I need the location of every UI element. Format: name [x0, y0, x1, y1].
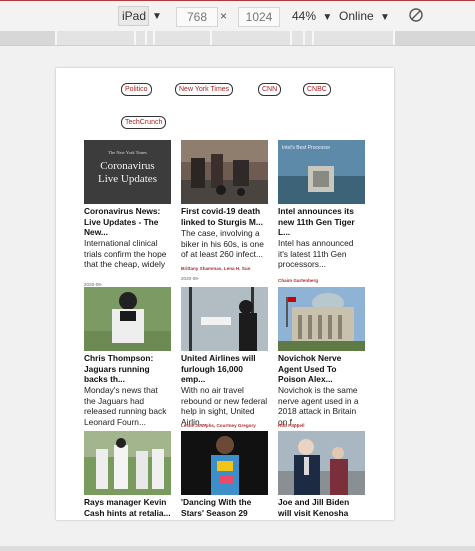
article-card[interactable]: Intel's Best Processor Intel announces i…	[278, 140, 365, 290]
zoom-select[interactable]: 44% ▼	[292, 9, 332, 23]
network-throttle-select[interactable]: Online ▼	[339, 9, 390, 23]
article-title[interactable]: Novichok Nerve Agent Used To Poison Alex…	[278, 353, 365, 385]
article-card[interactable]: The New York Times Coronavirus Live Upda…	[84, 140, 171, 290]
window-bottom-border	[0, 546, 475, 551]
article-description: Novichok is the same nerve agent used in…	[278, 385, 359, 427]
article-image	[181, 140, 268, 204]
device-select[interactable]: iPad ▼	[118, 6, 162, 26]
source-chip-techcrunch[interactable]: TechCrunch	[121, 116, 167, 129]
ruler-tick	[290, 31, 292, 45]
chevron-down-icon: ▼	[380, 12, 390, 23]
chevron-down-icon: ▼	[322, 12, 333, 23]
article-image-text: Intel's Best Processor	[282, 145, 331, 151]
source-chip-new-york-times[interactable]: New York Times	[175, 83, 234, 96]
zoom-select-label: 44%	[292, 9, 317, 23]
article-image	[84, 431, 171, 495]
article-image: Intel's Best Processor	[278, 140, 365, 204]
article-card[interactable]: Chris Thompson: Jaguars running backs th…	[84, 287, 171, 437]
ruler-segment[interactable]	[0, 31, 55, 45]
article-card[interactable]: United Airlines will furlough 16,000 emp…	[181, 287, 268, 437]
article-card[interactable]: Novichok Nerve Agent Used To Poison Alex…	[278, 287, 365, 437]
rotate-icon[interactable]	[408, 7, 424, 23]
article-description: Intel has announced it's latest 11th Gen…	[278, 238, 354, 270]
source-chip-politico[interactable]: Politico	[121, 83, 152, 96]
article-description: International clinical trials confirm th…	[84, 238, 167, 270]
article-description: Monday's news that the Jaguars had relea…	[84, 385, 167, 427]
ruler-tick	[55, 31, 57, 45]
dimension-separator: ×	[220, 9, 228, 23]
article-description: The case, involving a biker in his 60s, …	[181, 228, 264, 260]
ruler-tick	[210, 31, 212, 45]
article-title[interactable]: Joe and Jill Biden will visit Kenosha	[278, 497, 365, 518]
article-date: 2020-09-	[181, 276, 200, 281]
article-card[interactable]: First covid-19 death linked to Sturgis M…	[181, 140, 268, 290]
article-author: Brittany Shammas, Lena H. Sun	[181, 266, 251, 271]
article-author: Leslie Josephs, Courtney Gregory	[181, 423, 256, 428]
article-image	[181, 431, 268, 495]
source-chip-cnn[interactable]: CNN	[258, 83, 282, 96]
ruler-segment[interactable]	[395, 31, 475, 45]
article-title[interactable]: Rays manager Kevin Cash hints at retalia…	[84, 497, 171, 518]
article-card[interactable]: Rays manager Kevin Cash hints at retalia…	[84, 431, 171, 520]
article-image	[278, 431, 365, 495]
article-author: Rob Pappell	[278, 423, 305, 428]
article-title[interactable]: United Airlines will furlough 16,000 emp…	[181, 353, 268, 385]
article-image	[84, 287, 171, 351]
article-image	[181, 287, 268, 351]
ruler-tick	[153, 31, 155, 45]
article-title[interactable]: 'Dancing With the Stars' Season 29	[181, 497, 268, 518]
article-description: With no air travel rebound or new federa…	[181, 385, 268, 427]
source-chip-cnbc[interactable]: CNBC	[303, 83, 331, 96]
article-title[interactable]: Coronavirus News: Live Updates - The New…	[84, 206, 171, 238]
chevron-down-icon: ▼	[152, 10, 162, 22]
device-viewport: Politico New York Times CNN CNBC TechCru…	[56, 68, 394, 520]
ruler-tick	[303, 31, 305, 45]
media-query-ruler[interactable]	[0, 31, 475, 46]
network-throttle-label: Online	[339, 9, 374, 23]
height-input[interactable]: 1024	[238, 7, 280, 27]
article-image	[278, 287, 365, 351]
article-image: The New York Times Coronavirus Live Upda…	[84, 140, 171, 204]
article-title[interactable]: Chris Thompson: Jaguars running backs th…	[84, 353, 171, 385]
device-toolbar: iPad ▼ 768 × 1024 44% ▼ Online ▼	[0, 1, 475, 31]
width-input[interactable]: 768	[176, 7, 218, 27]
ruler-tick	[134, 31, 136, 45]
article-card[interactable]: Joe and Jill Biden will visit Kenosha	[278, 431, 365, 520]
article-title[interactable]: First covid-19 death linked to Sturgis M…	[181, 206, 268, 227]
device-select-label: iPad	[118, 6, 150, 26]
ruler-tick	[145, 31, 147, 45]
article-image-caption: The New York Times	[108, 150, 147, 155]
article-image-text: Coronavirus Live Updates	[98, 160, 157, 185]
ruler-tick	[312, 31, 314, 45]
article-author: Chaim Gartenberg	[278, 278, 319, 283]
article-card[interactable]: 'Dancing With the Stars' Season 29	[181, 431, 268, 520]
article-title[interactable]: Intel announces its new 11th Gen Tiger L…	[278, 206, 365, 238]
